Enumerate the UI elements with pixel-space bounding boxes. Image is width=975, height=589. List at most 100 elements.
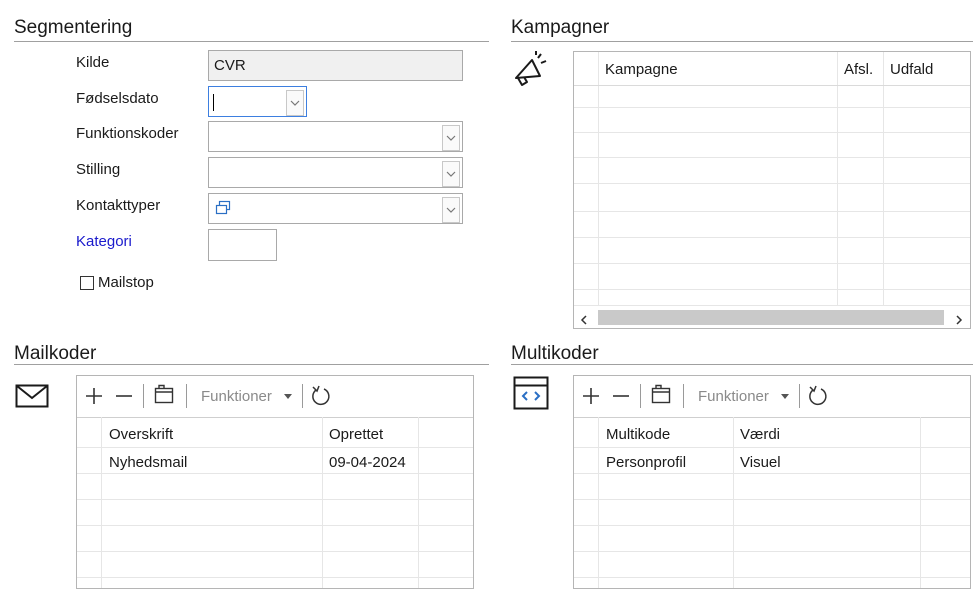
multikoder-divider — [511, 364, 973, 365]
caret-down-icon — [781, 394, 789, 399]
grid-line — [574, 85, 970, 86]
multi-window-icon — [215, 200, 231, 221]
grid-line — [574, 289, 970, 290]
horizontal-scrollbar[interactable] — [574, 305, 970, 328]
column-header-udfald[interactable]: Udfald — [890, 61, 933, 78]
table-row-multikode[interactable]: Personprofil — [606, 454, 686, 471]
window-icon — [154, 384, 174, 404]
minus-icon — [116, 395, 132, 397]
grid-line — [574, 525, 970, 526]
scroll-right-icon[interactable] — [955, 312, 963, 328]
grid-line — [77, 447, 473, 448]
code-window-icon — [513, 376, 549, 415]
mailkoder-title: Mailkoder — [14, 343, 97, 364]
chevron-down-icon — [290, 100, 300, 106]
grid-line — [77, 417, 473, 418]
open-window-button[interactable] — [651, 376, 673, 414]
segmentering-divider — [14, 41, 489, 42]
refresh-button[interactable] — [310, 376, 334, 414]
grid-line — [574, 551, 970, 552]
refresh-icon — [312, 385, 330, 406]
funktioner-dropdown-button[interactable]: Funktioner — [195, 376, 299, 414]
plus-icon — [86, 388, 102, 404]
add-button[interactable] — [582, 376, 602, 414]
funktioner-label: Funktioner — [698, 388, 769, 405]
funktioner-dropdown-button[interactable]: Funktioner — [692, 376, 796, 414]
funktioner-label: Funktioner — [201, 388, 272, 405]
remove-button[interactable] — [115, 376, 135, 414]
caret-down-icon — [284, 394, 292, 399]
kategori-link[interactable]: Kategori — [76, 233, 132, 250]
segmentering-title: Segmentering — [14, 17, 133, 38]
foedselsdato-dropdown-button[interactable] — [286, 90, 304, 116]
kategori-field[interactable] — [208, 229, 277, 261]
mailkoder-panel: Funktioner Overskrift Oprettet Nyhedsmai… — [76, 375, 474, 589]
table-row-vaerdi[interactable]: Visuel — [740, 454, 781, 471]
funktionskoder-label: Funktionskoder — [76, 125, 179, 142]
chevron-down-icon — [446, 135, 456, 141]
kilde-label: Kilde — [76, 54, 110, 71]
multikoder-panel: Funktioner Multikode Værdi Personprofil … — [573, 375, 971, 589]
grid-line — [598, 417, 599, 588]
grid-line — [574, 107, 970, 108]
stilling-field[interactable] — [208, 157, 463, 188]
toolbar-separator — [799, 384, 800, 408]
grid-line — [77, 551, 473, 552]
megaphone-icon — [510, 50, 550, 95]
grid-line — [733, 417, 734, 588]
scroll-left-icon[interactable] — [580, 312, 588, 328]
multikoder-title: Multikoder — [511, 343, 599, 364]
column-header-vaerdi[interactable]: Værdi — [740, 426, 780, 443]
funktionskoder-field[interactable] — [208, 121, 463, 152]
stilling-label: Stilling — [76, 161, 121, 178]
grid-line — [77, 525, 473, 526]
toolbar-separator — [683, 384, 684, 408]
grid-line — [574, 447, 970, 448]
table-row-overskrift[interactable]: Nyhedsmail — [109, 454, 187, 471]
kampagner-grid[interactable]: Kampagne Afsl. Udfald — [573, 51, 971, 329]
toolbar-separator — [302, 384, 303, 408]
grid-line — [574, 263, 970, 264]
add-button[interactable] — [85, 376, 105, 414]
column-header-kampagne[interactable]: Kampagne — [605, 61, 678, 78]
toolbar-separator — [143, 384, 144, 408]
mailstop-checkbox[interactable] — [80, 276, 94, 290]
open-window-button[interactable] — [154, 376, 176, 414]
grid-line — [574, 577, 970, 578]
grid-line — [837, 52, 838, 328]
mailkoder-toolbar: Funktioner — [77, 376, 473, 416]
text-caret — [213, 94, 214, 111]
grid-line — [574, 499, 970, 500]
grid-line — [101, 417, 102, 588]
grid-line — [574, 237, 970, 238]
kontakttyper-label: Kontakttyper — [76, 197, 161, 214]
scroll-thumb[interactable] — [598, 310, 944, 325]
column-header-multikode[interactable]: Multikode — [606, 426, 670, 443]
kontakttyper-dropdown-button[interactable] — [442, 197, 460, 223]
mailstop-label: Mailstop — [98, 274, 154, 291]
grid-line — [574, 417, 970, 418]
funktionskoder-dropdown-button[interactable] — [442, 125, 460, 151]
column-header-afsl[interactable]: Afsl. — [844, 61, 873, 78]
toolbar-separator — [640, 384, 641, 408]
foedselsdato-field[interactable] — [208, 86, 307, 117]
table-row-oprettet[interactable]: 09-04-2024 — [329, 454, 406, 471]
refresh-button[interactable] — [807, 376, 831, 414]
grid-line — [77, 499, 473, 500]
toolbar-separator — [186, 384, 187, 408]
remove-button[interactable] — [612, 376, 632, 414]
grid-line — [418, 417, 419, 588]
grid-line — [574, 211, 970, 212]
plus-icon — [583, 388, 599, 404]
mailkoder-divider — [14, 364, 489, 365]
multikoder-toolbar: Funktioner — [574, 376, 970, 416]
column-header-oprettet[interactable]: Oprettet — [329, 426, 383, 443]
kampagner-divider — [511, 41, 973, 42]
minus-icon — [613, 395, 629, 397]
grid-line — [920, 417, 921, 588]
kilde-field[interactable]: CVR — [208, 50, 463, 81]
kontakttyper-field[interactable] — [208, 193, 463, 224]
grid-line — [574, 183, 970, 184]
stilling-dropdown-button[interactable] — [442, 161, 460, 187]
column-header-overskrift[interactable]: Overskrift — [109, 426, 173, 443]
